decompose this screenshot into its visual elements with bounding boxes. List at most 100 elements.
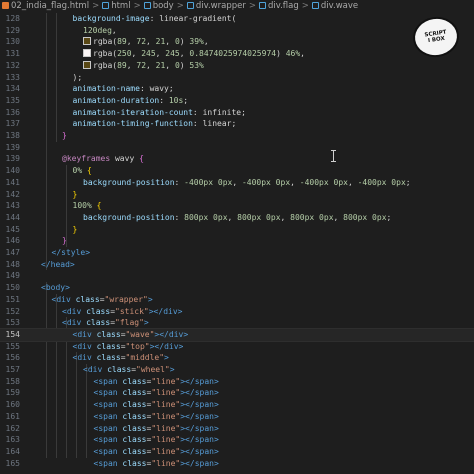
code-token: span (194, 400, 214, 410)
code-token: ></ (180, 388, 195, 398)
code-line[interactable]: 161 <span class="line"></span> (0, 411, 474, 423)
code-token: > (65, 283, 70, 293)
code-token: wavy (110, 154, 140, 164)
code-token: > (213, 435, 219, 445)
code-line[interactable]: 129 120deg, (0, 25, 474, 37)
code-line[interactable]: 162 <span class="line"></span> (0, 423, 474, 435)
code-token: : (139, 84, 150, 94)
code-line[interactable]: 130 rgba(89, 72, 21, 0) 39%, (0, 36, 474, 48)
code-line[interactable]: 146} (0, 235, 474, 247)
code-token: 53% (189, 60, 204, 70)
line-number: 138 (5, 131, 20, 140)
code-line[interactable]: 159 <span class="line"></span> (0, 387, 474, 399)
code-line[interactable]: 165 <span class="line"></span> (0, 458, 474, 470)
code-line[interactable]: 160 <span class="line"></span> (0, 399, 474, 411)
code-token: 0.8474025974025974 (189, 49, 277, 59)
code-line[interactable]: 148 </head> (0, 259, 474, 271)
breadcrumb-item-4[interactable]: div.flag (258, 0, 299, 13)
code-token: class (117, 388, 147, 398)
code-text: animation-timing-function: linear; (73, 118, 237, 130)
code-line[interactable]: 139 (0, 142, 474, 154)
code-token: div (87, 365, 103, 374)
color-swatch-icon[interactable] (83, 60, 91, 69)
line-number: 157 (5, 365, 20, 374)
code-token: 800px 0px (184, 212, 228, 222)
code-line[interactable]: 145} (0, 224, 474, 236)
code-token: span (194, 388, 214, 398)
code-line[interactable]: 153 <div class="flag"> (0, 317, 474, 329)
code-line[interactable]: 151 <div class="wrapper"> (0, 294, 474, 306)
line-number: 156 (5, 353, 20, 363)
code-line[interactable]: 163 <span class="line"></span> (0, 434, 474, 446)
code-line[interactable]: 147 </style> (0, 247, 474, 259)
code-line[interactable]: 149 (0, 270, 474, 282)
code-token: infinite; (202, 107, 246, 117)
code-token: , (111, 25, 117, 35)
code-token: , (165, 37, 175, 47)
code-text: <div class="wrapper"> (52, 294, 153, 306)
code-text: background-image: linear-gradient( (73, 13, 237, 25)
code-line[interactable]: 156 <div class="middle"> (0, 352, 474, 364)
code-token: 800px 0px (237, 212, 281, 222)
code-token: span (98, 376, 118, 386)
code-token: 72 (136, 60, 147, 70)
code-token: span (98, 458, 118, 468)
code-token: span (194, 458, 214, 468)
code-token: 21 (155, 37, 166, 47)
code-line[interactable]: 136 animation-iteration-count: infinite; (0, 107, 474, 119)
code-token: rgba( (93, 60, 118, 70)
code-token: ></ (180, 411, 195, 421)
code-line[interactable]: 133); (0, 72, 474, 84)
color-swatch-icon[interactable] (83, 49, 91, 58)
code-line[interactable]: 155 <div class="top"></div> (0, 341, 474, 353)
code-line[interactable]: 157 <div class="wheel"> (0, 364, 474, 376)
breadcrumb-item-1[interactable]: html (102, 0, 131, 13)
code-line[interactable]: 164 <span class="line"></span> (0, 446, 474, 458)
code-token: "line" (151, 411, 181, 421)
code-line[interactable]: 140 0% { (0, 165, 474, 177)
code-line[interactable]: 142} (0, 189, 474, 201)
code-text: 0% { (73, 165, 92, 177)
code-line[interactable]: 134 animation-name: wavy; (0, 83, 474, 95)
code-line[interactable]: 144 background-position: 800px 0px, 800px… (0, 212, 474, 224)
code-token: 800px 0px (290, 212, 334, 222)
code-token: div (164, 341, 179, 351)
code-token: ) (179, 60, 190, 70)
code-line[interactable]: 132 rgba(89, 72, 21, 0) 53% (0, 60, 474, 72)
code-line[interactable]: 158 <span class="line"></span> (0, 376, 474, 388)
code-token: , (126, 60, 137, 70)
breadcrumb-item-2[interactable]: body (143, 0, 174, 13)
code-line[interactable]: 131 rgba(250, 245, 245, 0.847402597402597… (0, 48, 474, 60)
code-line[interactable]: 154 <div class="wave"></div> (0, 327, 474, 342)
code-token: "middle" (125, 353, 165, 363)
code-line[interactable]: 137 animation-timing-function: linear; (0, 118, 474, 130)
code-token: div (163, 306, 178, 316)
code-token: span (98, 423, 118, 433)
code-line[interactable]: 141 background-position: -400px 0px, -400… (0, 177, 474, 189)
code-editor[interactable]: 128 background-image: linear-gradient(129… (0, 13, 474, 474)
code-token: "wave" (125, 329, 155, 339)
breadcrumb-item-0[interactable]: 02_india_flag.html (2, 0, 89, 13)
breadcrumb-item-5[interactable]: div.wave (311, 0, 358, 13)
line-number: 160 (5, 400, 20, 410)
breadcrumb-item-3[interactable]: div.wrapper (186, 0, 246, 13)
code-line[interactable]: 135 animation-duration: 10s; (0, 95, 474, 107)
code-token: span (98, 388, 118, 398)
code-text: animation-name: wavy; (73, 83, 174, 95)
code-text: rgba(89, 72, 21, 0) 39%, (83, 36, 209, 48)
code-line[interactable]: 152 <div class="stick"></div> (0, 306, 474, 318)
code-text: <span class="line"></span> (94, 434, 219, 446)
code-line[interactable]: 143 100% { (0, 200, 474, 212)
code-token: } (72, 224, 78, 234)
code-line[interactable]: 150 <body> (0, 282, 474, 294)
code-token: span (194, 435, 214, 445)
code-line[interactable]: 128 background-image: linear-gradient( (0, 13, 474, 25)
line-number: 131 (5, 49, 20, 59)
code-token: > (213, 458, 219, 468)
code-token: div (77, 353, 92, 363)
line-number: 151 (5, 294, 20, 304)
code-token: 100% (72, 201, 92, 211)
code-line[interactable]: 138} (0, 130, 474, 142)
color-swatch-icon[interactable] (83, 37, 91, 46)
code-line[interactable]: 139 @keyframes wavy { (0, 153, 474, 165)
